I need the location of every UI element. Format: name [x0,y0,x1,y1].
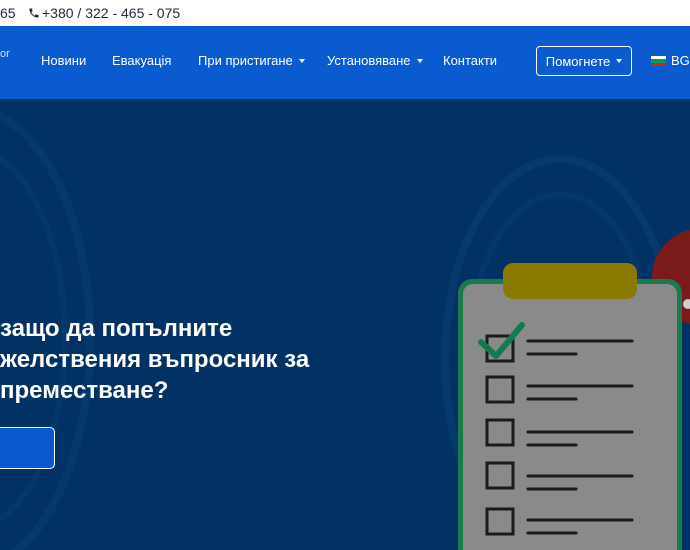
help-dropdown-button[interactable]: Помогнете [536,46,632,76]
language-label: BG [671,53,690,68]
bulgaria-flag-icon [651,56,666,66]
phone-number: +380 / 322 - 465 - 075 [42,5,181,21]
main-navigation: or Новини Евакуація При пристигане Устан… [0,26,690,99]
language-selector[interactable]: BG [651,53,690,68]
nav-item-settling-label: Установяване [327,53,411,68]
caret-down-icon [416,59,423,63]
phone-link[interactable]: +380 / 322 - 465 - 075 [28,5,180,21]
phone-icon [29,8,39,18]
nav-item-evacuation[interactable]: Евакуація [112,53,171,68]
hero-section: защо да попълните желствения въпросник з… [0,99,690,550]
checklist-clipboard-illustration [458,263,682,550]
hero-heading: защо да попълните желствения въпросник з… [0,315,310,404]
help-button-label: Помогнете [545,53,611,69]
caret-down-icon [616,59,623,63]
nav-item-news[interactable]: Новини [41,53,86,68]
nav-item-on-arrival-label: При пристигане [198,53,293,68]
nav-item-evacuation-label: Евакуація [112,53,172,68]
nav-item-contacts[interactable]: Контакти [443,53,497,68]
nav-item-settling[interactable]: Установяване [327,53,423,68]
nav-item-news-label: Новини [41,53,87,68]
phone-number-fragment[interactable]: 65 [0,5,16,21]
nav-item-on-arrival[interactable]: При пристигане [198,53,305,68]
hero-cta-button[interactable] [0,427,55,469]
nav-item-contacts-label: Контакти [443,53,498,68]
caret-down-icon [298,59,305,63]
clipboard-clip [503,263,637,299]
top-contact-bar: 65 +380 / 322 - 465 - 075 [0,0,690,26]
logo-fragment[interactable]: or [0,48,10,60]
